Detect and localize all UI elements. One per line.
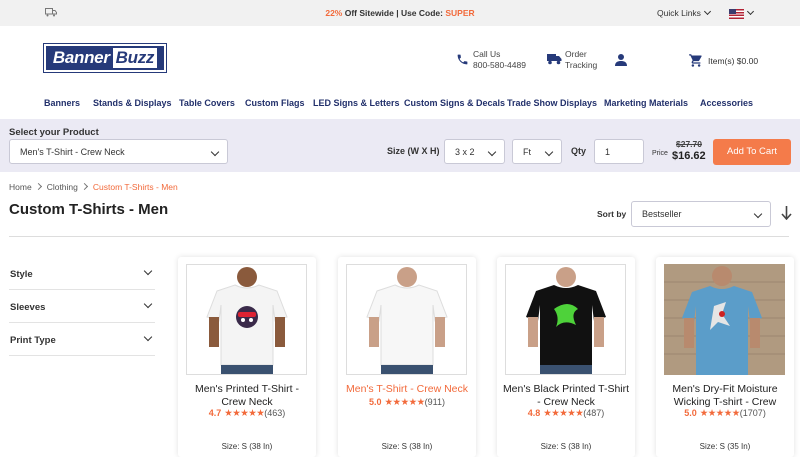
product-image[interactable]	[186, 264, 307, 375]
star-rating-icon: ★★★★★	[384, 397, 426, 408]
nav-accessories[interactable]: Accessories	[700, 98, 753, 108]
breadcrumb-current: Custom T-Shirts - Men	[92, 182, 178, 192]
product-name[interactable]: Men's Printed T-Shirt - Crew Neck	[182, 383, 312, 409]
product-card[interactable]: Men's Black Printed T-Shirt - Crew Neck …	[497, 257, 635, 457]
qty-label: Qty	[571, 146, 587, 156]
chevron-down-icon	[143, 299, 153, 309]
filter-print-type[interactable]: Print Type	[9, 323, 155, 356]
product-dropdown[interactable]: Men's T-Shirt - Crew Neck	[9, 139, 228, 164]
product-image[interactable]	[505, 264, 626, 375]
us-flag-icon	[729, 8, 744, 19]
sort-direction-icon[interactable]	[781, 206, 792, 220]
star-rating-icon: ★★★★★	[699, 408, 741, 419]
product-selector-bar: Select your Product Men's T-Shirt - Crew…	[0, 119, 800, 172]
product-name[interactable]: Men's T-Shirt - Crew Neck	[342, 383, 472, 396]
product-rating: 4.8 ★★★★★(487)	[527, 408, 605, 419]
divider	[9, 236, 789, 237]
sort-label: Sort by	[597, 209, 627, 219]
sale-price: $16.62	[672, 150, 706, 162]
filter-style[interactable]: Style	[9, 257, 155, 290]
quick-links-menu[interactable]: Quick Links	[657, 7, 711, 18]
chevron-down-icon	[746, 7, 755, 16]
product-image[interactable]	[664, 264, 785, 375]
breadcrumb-home[interactable]: Home	[9, 182, 32, 192]
cart-summary[interactable]: Item(s) $0.00	[688, 53, 758, 70]
product-name[interactable]: Men's Dry-Fit Moisture Wicking T-shirt -…	[660, 383, 790, 409]
price-label: Price	[652, 150, 668, 157]
nav-banners[interactable]: Banners	[44, 98, 80, 108]
product-image[interactable]	[346, 264, 467, 375]
nav-stands-displays[interactable]: Stands & Displays	[93, 98, 172, 108]
nav-marketing[interactable]: Marketing Materials	[604, 98, 688, 108]
size-dropdown[interactable]: 3 x 2	[444, 139, 505, 164]
qty-input[interactable]: 1	[594, 139, 644, 164]
sort-dropdown[interactable]: Bestseller	[631, 201, 771, 227]
nav-custom-flags[interactable]: Custom Flags	[245, 98, 305, 108]
size-label: Size (W X H)	[387, 146, 440, 156]
page-title: Custom T-Shirts - Men	[9, 201, 169, 218]
product-rating: 4.7 ★★★★★(463)	[208, 408, 286, 419]
promo-bar: 22% Off Sitewide | Use Code: SUPER Quick…	[0, 0, 800, 26]
bannerbuzz-logo[interactable]: Banner Buzz	[43, 43, 167, 73]
chevron-down-icon	[143, 332, 153, 342]
chevron-down-icon	[487, 147, 497, 157]
star-rating-icon: ★★★★★	[224, 408, 265, 419]
select-product-label: Select your Product	[9, 127, 99, 138]
call-us[interactable]: Call Us 800-580-4489	[456, 49, 526, 71]
filter-sleeves[interactable]: Sleeves	[9, 290, 155, 323]
order-tracking[interactable]: Order Tracking	[547, 49, 597, 71]
product-card[interactable]: Men's T-Shirt - Crew Neck 5.0 ★★★★★(911) …	[338, 257, 476, 457]
product-card[interactable]: Men's Printed T-Shirt - Crew Neck 4.7 ★★★…	[178, 257, 316, 457]
unit-dropdown[interactable]: Ft	[512, 139, 562, 164]
product-name[interactable]: Men's Black Printed T-Shirt - Crew Neck	[501, 383, 631, 409]
delivery-truck-icon	[547, 54, 562, 65]
chevron-down-icon	[143, 266, 153, 276]
original-price: $27.70	[676, 139, 702, 149]
chevron-down-icon	[210, 147, 220, 157]
chevron-down-icon	[703, 7, 711, 16]
main-nav: Banners Stands & Displays Table Covers C…	[0, 94, 800, 118]
chevron-down-icon	[544, 147, 554, 157]
phone-icon	[457, 54, 468, 65]
add-to-cart-button[interactable]: Add To Cart	[713, 139, 791, 165]
product-rating: 5.0 ★★★★★(1707)	[684, 408, 766, 419]
shopping-cart-icon	[689, 54, 702, 67]
breadcrumb: Home Clothing Custom T-Shirts - Men	[9, 182, 178, 192]
site-header: Banner Buzz Call Us 800-580-4489 Order Trac…	[0, 26, 800, 94]
nav-custom-signs[interactable]: Custom Signs & Decals	[404, 98, 505, 108]
product-rating: 5.0 ★★★★★(911)	[369, 397, 445, 408]
star-rating-icon: ★★★★★	[543, 408, 584, 419]
breadcrumb-clothing[interactable]: Clothing	[47, 182, 78, 192]
nav-led-signs[interactable]: LED Signs & Letters	[313, 98, 400, 108]
chevron-down-icon	[753, 209, 763, 219]
nav-table-covers[interactable]: Table Covers	[179, 98, 235, 108]
user-account-icon[interactable]	[614, 53, 628, 67]
nav-trade-show[interactable]: Trade Show Displays	[507, 98, 597, 108]
country-selector[interactable]	[729, 7, 755, 19]
product-card[interactable]: Men's Dry-Fit Moisture Wicking T-shirt -…	[656, 257, 794, 457]
